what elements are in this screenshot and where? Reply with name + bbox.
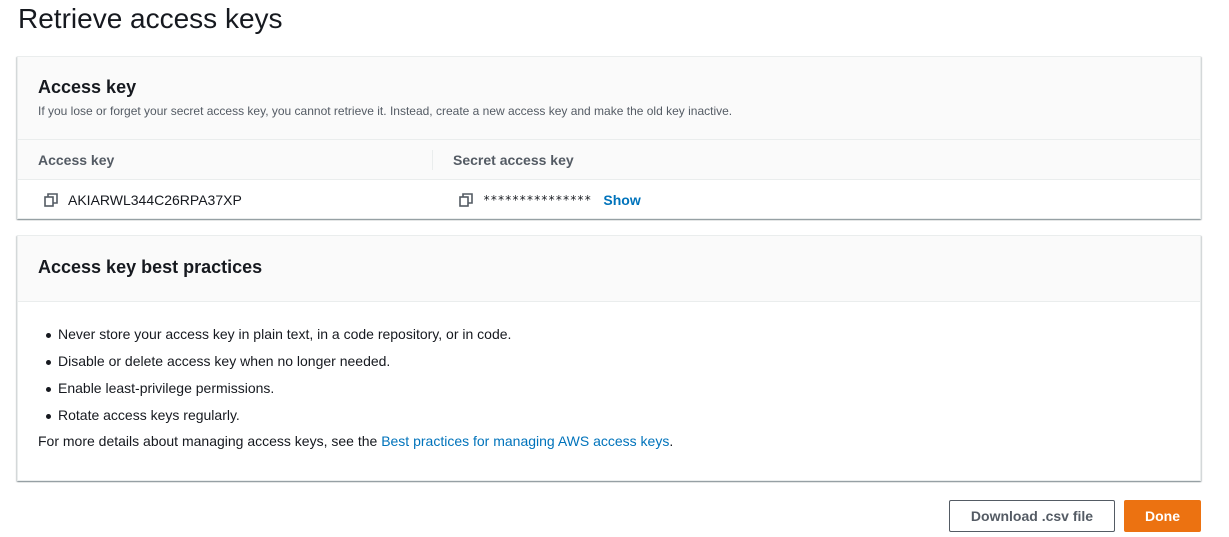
list-item: Rotate access keys regularly. (46, 402, 1180, 429)
table-row: AKIARWL344C26RPA37XP *************** Sho… (18, 180, 1200, 219)
access-key-cell: AKIARWL344C26RPA37XP (44, 190, 242, 210)
show-secret-link[interactable]: Show (603, 192, 640, 208)
best-practices-panel: Access key best practices Never store yo… (17, 235, 1201, 481)
column-header-secret-access-key: Secret access key (453, 152, 574, 168)
best-practices-more-details: For more details about managing access k… (38, 433, 1180, 449)
more-details-suffix: . (669, 433, 674, 449)
access-key-panel-header: Access key If you lose or forget your se… (18, 57, 1200, 140)
best-practices-panel-title: Access key best practices (38, 257, 263, 277)
best-practices-link[interactable]: Best practices for managing AWS access k… (381, 433, 669, 449)
copy-icon[interactable] (44, 193, 58, 207)
download-csv-button[interactable]: Download .csv file (949, 500, 1115, 532)
access-key-value: AKIARWL344C26RPA37XP (68, 192, 242, 208)
access-key-panel: Access key If you lose or forget your se… (17, 56, 1201, 219)
list-item: Never store your access key in plain tex… (46, 321, 1180, 348)
copy-icon[interactable] (459, 193, 473, 207)
access-key-panel-description: If you lose or forget your secret access… (38, 104, 733, 118)
page-title: Retrieve access keys (18, 3, 283, 34)
access-key-table-header: Access key Secret access key (18, 140, 1200, 180)
list-item: Enable least-privilege permissions. (46, 375, 1180, 402)
column-header-access-key: Access key (38, 152, 115, 168)
best-practices-panel-header: Access key best practices (18, 236, 1200, 302)
secret-key-cell: *************** Show (459, 190, 641, 210)
access-key-panel-title: Access key (38, 77, 137, 97)
done-button[interactable]: Done (1124, 500, 1201, 532)
list-item: Disable or delete access key when no lon… (46, 348, 1180, 375)
best-practices-list: Never store your access key in plain tex… (38, 321, 1180, 429)
column-divider (432, 150, 433, 170)
more-details-prefix: For more details about managing access k… (38, 433, 382, 449)
best-practices-body: Never store your access key in plain tex… (18, 302, 1200, 449)
secret-key-masked: *************** (483, 193, 592, 207)
